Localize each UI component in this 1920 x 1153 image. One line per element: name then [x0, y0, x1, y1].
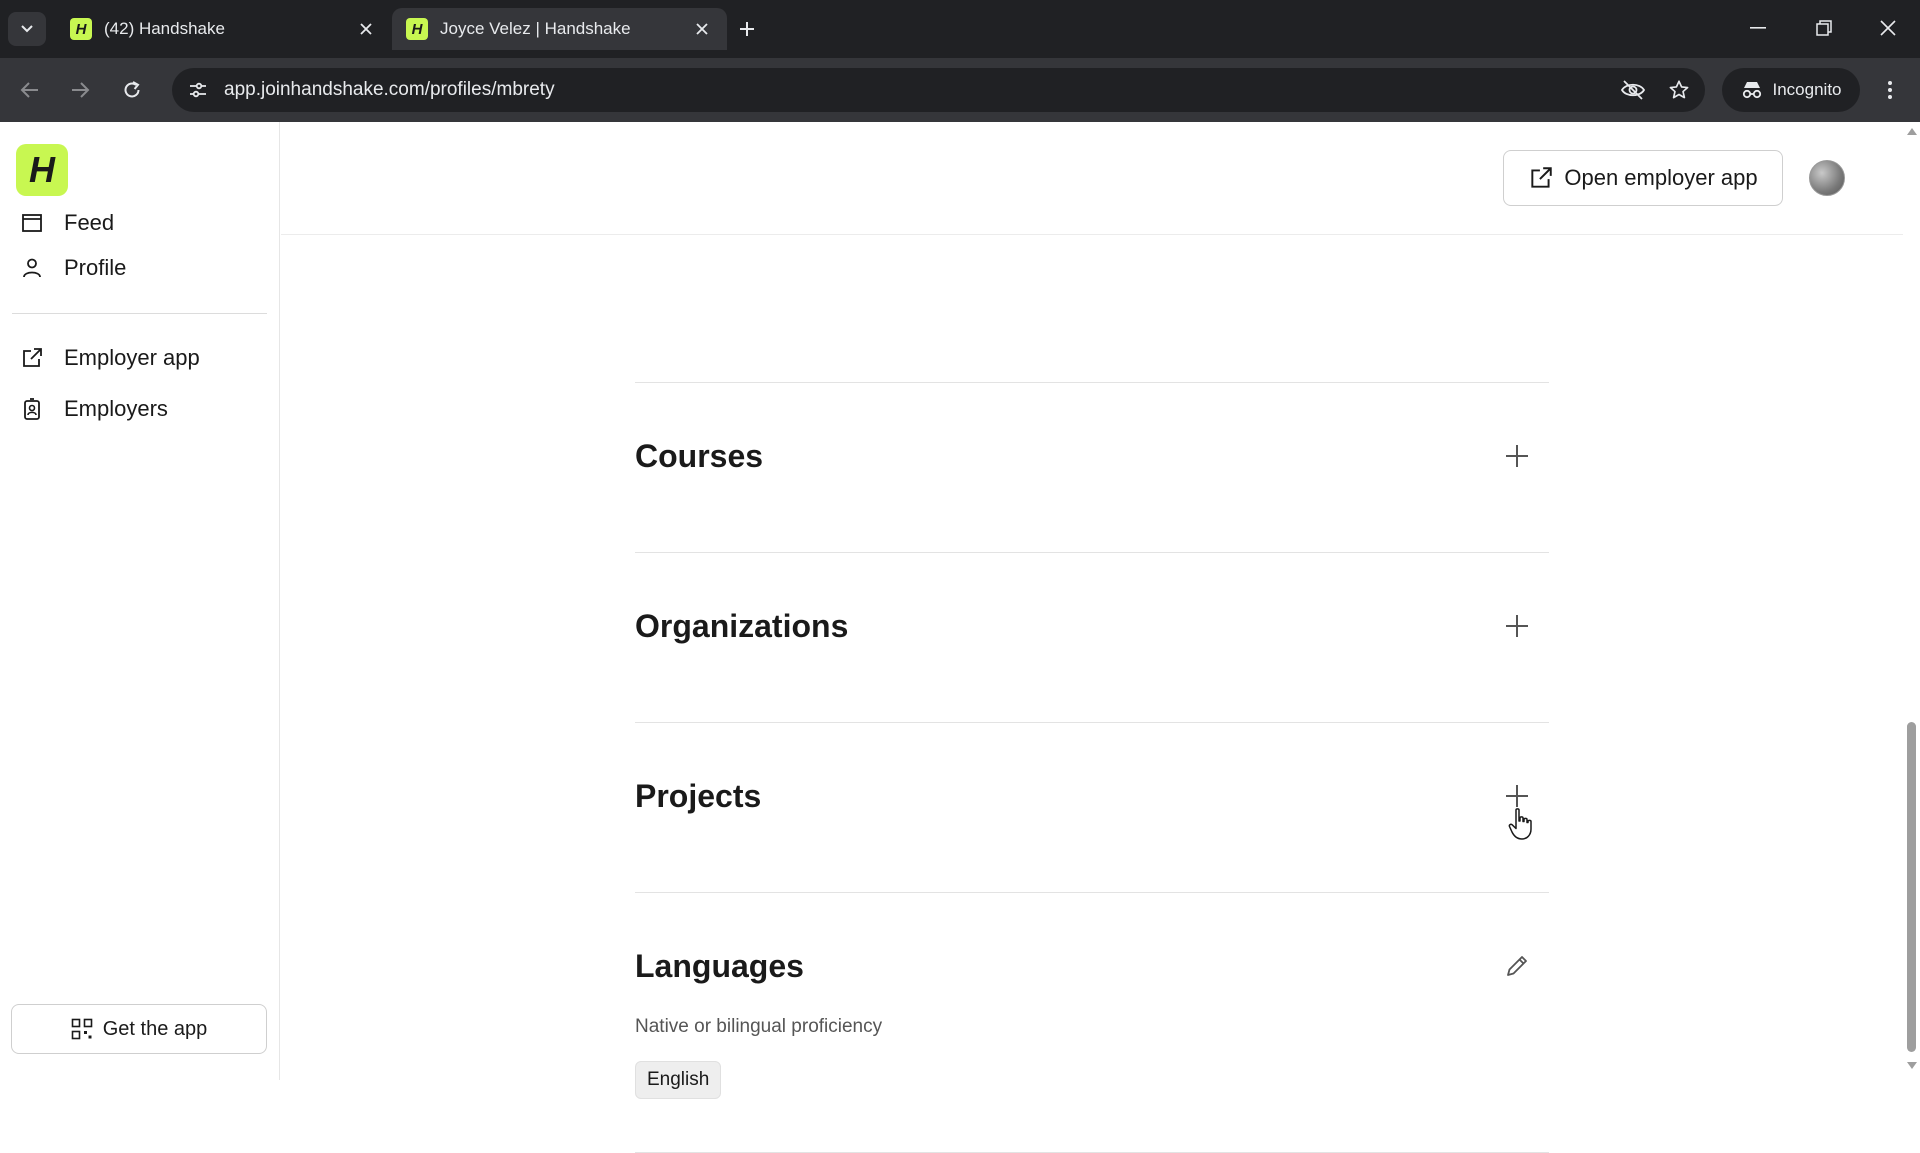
browser-tab-active[interactable]: H Joyce Velez | Handshake [392, 8, 727, 50]
get-the-app-button[interactable]: Get the app [11, 1004, 267, 1054]
forward-arrow-icon[interactable] [62, 72, 98, 108]
section-divider [635, 382, 1549, 383]
tab-title: (42) Handshake [104, 19, 225, 38]
section-divider [635, 722, 1549, 723]
restore-window-icon[interactable] [1804, 10, 1844, 46]
open-employer-app-button[interactable]: Open employer app [1503, 150, 1783, 206]
feed-icon [22, 214, 42, 232]
handshake-favicon-icon: H [70, 18, 92, 40]
external-link-icon [1531, 167, 1553, 188]
hand-pointer-cursor-icon [1508, 808, 1532, 840]
handshake-logo[interactable]: H [16, 144, 68, 196]
badge-icon [24, 398, 40, 420]
qr-code-icon [71, 1018, 93, 1040]
person-icon [23, 258, 41, 278]
page-scrollbar[interactable] [1903, 122, 1920, 1080]
close-tab-icon[interactable] [691, 18, 713, 40]
address-bar[interactable]: app.joinhandshake.com/profiles/mbrety [172, 68, 1705, 112]
incognito-label: Incognito [1772, 80, 1842, 99]
incognito-indicator[interactable]: Incognito [1722, 68, 1860, 112]
reload-icon[interactable] [114, 72, 150, 108]
section-title-organizations: Organizations [635, 608, 849, 644]
close-tab-icon[interactable] [355, 18, 377, 40]
scroll-down-arrow-icon[interactable] [1907, 1062, 1917, 1069]
page-header: Open employer app [281, 122, 1903, 235]
incognito-icon [1742, 82, 1761, 99]
open-employer-app-label: Open employer app [1564, 165, 1758, 190]
kebab-menu-icon[interactable] [1872, 72, 1908, 108]
handshake-favicon-icon: H [406, 18, 428, 40]
site-info-icon[interactable] [178, 70, 218, 110]
close-window-icon[interactable] [1868, 10, 1908, 46]
minimize-window-icon[interactable] [1738, 10, 1778, 46]
tab-search-button[interactable] [8, 12, 46, 46]
section-divider [635, 552, 1549, 553]
eye-off-icon[interactable] [1613, 70, 1653, 110]
browser-toolbar: app.joinhandshake.com/profiles/mbrety In… [0, 58, 1920, 122]
language-chip: English [635, 1061, 722, 1099]
page: H Feed Profile Employer app Employers Ge… [0, 122, 1920, 1153]
sidebar-item-feed[interactable]: Feed [20, 203, 270, 243]
section-title-projects: Projects [635, 778, 762, 814]
sidebar-item-label: Profile [64, 255, 127, 280]
scroll-up-arrow-icon[interactable] [1907, 128, 1917, 135]
sidebar-item-employers[interactable]: Employers [20, 389, 270, 429]
sidebar-item-label: Feed [64, 210, 115, 235]
add-courses-plus-icon[interactable] [1497, 436, 1537, 476]
section-title-courses: Courses [635, 438, 764, 474]
sidebar-item-label: Employers [64, 396, 168, 421]
star-bookmark-icon[interactable] [1659, 70, 1699, 110]
url-text[interactable]: app.joinhandshake.com/profiles/mbrety [224, 79, 1613, 101]
edit-languages-pencil-icon[interactable] [1497, 946, 1537, 986]
sidebar-divider [12, 313, 267, 314]
sidebar: H Feed Profile Employer app Employers Ge… [0, 122, 280, 1080]
scrollbar-thumb[interactable] [1907, 722, 1916, 1052]
browser-tab-bar: H (42) Handshake H Joyce Velez | Handsha… [0, 0, 1920, 58]
get-the-app-label: Get the app [102, 1017, 208, 1040]
sidebar-item-label: Employer app [64, 345, 200, 370]
tab-title: Joyce Velez | Handshake [440, 19, 631, 38]
new-tab-plus-icon[interactable] [732, 14, 762, 44]
chevron-down-icon [21, 25, 33, 33]
sidebar-item-employer-app[interactable]: Employer app [20, 338, 270, 378]
section-title-languages: Languages [635, 948, 804, 984]
back-arrow-icon[interactable] [12, 72, 48, 108]
avatar[interactable] [1809, 160, 1845, 196]
sidebar-item-profile[interactable]: Profile [20, 248, 270, 288]
external-link-icon [23, 348, 42, 367]
section-divider [635, 892, 1549, 893]
language-proficiency: Native or bilingual proficiency [635, 1016, 883, 1037]
browser-tab[interactable]: H (42) Handshake [56, 8, 391, 50]
add-organizations-plus-icon[interactable] [1497, 606, 1537, 646]
